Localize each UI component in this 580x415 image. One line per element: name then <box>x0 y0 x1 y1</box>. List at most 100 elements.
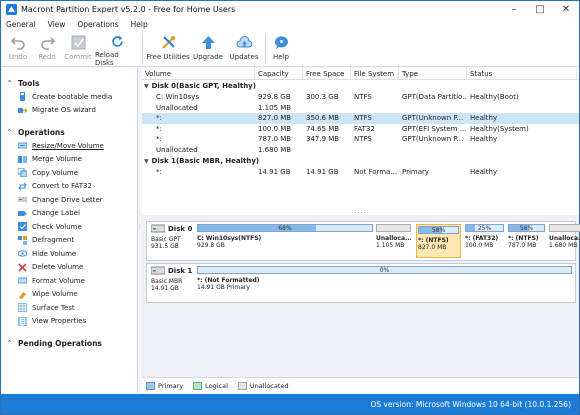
partition-block[interactable]: 58% *: (NTFS) 827.0 MB <box>416 224 461 258</box>
sidebar-item-delete-volume[interactable]: Delete Volume <box>1 261 137 275</box>
disk0-info: Disk 0 Basic GPT 931.5 GB <box>147 222 195 260</box>
col-capacity[interactable]: Capacity <box>255 68 303 79</box>
legend-primary: Primary <box>146 381 183 390</box>
free-utilities-button[interactable]: Free Utilities <box>146 31 190 67</box>
menu-operations[interactable]: Operations <box>77 20 118 29</box>
convert-icon <box>18 182 27 191</box>
partition-label: C: Win10sys(NTFS) <box>197 235 262 242</box>
undo-button[interactable]: Undo <box>3 31 33 67</box>
sidebar-item-resize-move[interactable]: Resize/Move Volume <box>1 139 137 153</box>
sidebar-item-label: Format Volume <box>32 276 85 285</box>
panel-splitter[interactable]: ⋮ <box>137 224 143 239</box>
sidebar-item-label: Change Label <box>32 209 80 218</box>
sidebar-item-check-volume[interactable]: Check Volume <box>1 220 137 234</box>
partition-label: Unalloca... <box>549 235 580 242</box>
tools-title: Tools <box>18 78 40 88</box>
table-row[interactable]: Unallocated 1.105 MB <box>142 103 579 114</box>
partition-block[interactable]: Unalloca...1.680 MB <box>549 224 580 258</box>
sidebar-item-label: Copy Volume <box>32 168 79 177</box>
col-type[interactable]: Type <box>399 68 467 79</box>
table-cell: 787.0 MB <box>258 135 292 144</box>
free-utilities-label: Free Utilities <box>146 53 190 61</box>
redo-label: Redo <box>38 53 56 61</box>
title-bar: Macront Partition Expert v5.2.0 - Free f… <box>1 1 579 18</box>
disk1-rows: *: 14.91 GB 14.91 GB Not Forma... Primary Hea… <box>142 167 579 178</box>
table-cell: *: <box>156 168 162 177</box>
table-row[interactable]: *: 100.0 MB 74.65 MB FAT32 GPT(EFI System ..… <box>142 124 579 135</box>
sidebar-item-change-label[interactable]: Change Label <box>1 207 137 221</box>
redo-button[interactable]: Redo <box>33 31 61 67</box>
sidebar-item-view-properties[interactable]: View Properties <box>1 315 137 329</box>
sidebar-item-create-bootable-media[interactable]: Create bootable media <box>1 90 137 104</box>
window-title: Macront Partition Expert v5.2.0 - Free f… <box>21 5 236 14</box>
help-icon <box>274 36 288 49</box>
sidebar-item-change-drive-letter[interactable]: Change Drive Letter <box>1 193 137 207</box>
partition-block[interactable]: 56% *: (NTFS) 787.0 MB <box>508 224 545 258</box>
sidebar-item-format-volume[interactable]: Format Volume <box>1 274 137 288</box>
drive-letter-icon <box>18 197 27 203</box>
disk0-group-header[interactable]: ▼ Disk 0(Basic GPT, Healthy) <box>142 80 579 92</box>
sidebar-item-surface-test[interactable]: Surface Test <box>1 301 137 315</box>
menu-help[interactable]: Help <box>131 20 148 29</box>
pane-resize-handle[interactable]: .... <box>142 207 579 215</box>
legend-label: Unallocated <box>249 381 289 390</box>
minimize-button[interactable]: – <box>501 1 527 18</box>
menu-view[interactable]: View <box>48 20 66 29</box>
table-cell: Healthy(Boot) <box>470 93 519 102</box>
col-file-system[interactable]: File System <box>351 68 399 79</box>
partition-block[interactable]: 0% *: (Not Formatted) 14.91 GB Primary <box>197 266 572 300</box>
defragment-icon <box>18 235 27 245</box>
tools-section-header[interactable]: ⌃ Tools <box>1 76 137 90</box>
sidebar-item-label: Change Drive Letter <box>32 195 103 204</box>
updates-button[interactable]: Updates <box>226 31 262 67</box>
commit-label: Commit <box>64 53 92 61</box>
sidebar-item-defragment[interactable]: Defragment <box>1 234 137 248</box>
sidebar-item-convert-fat32[interactable]: Convert to FAT32 <box>1 180 137 194</box>
partition-block[interactable]: Unalloca... 1.105 MB <box>376 224 411 258</box>
disk1-group-header[interactable]: ▼ Disk 1(Basic MBR, Healthy) <box>142 155 579 167</box>
col-volume[interactable]: Volume <box>142 68 255 79</box>
operations-section-header[interactable]: ⌃ Operations <box>1 125 137 139</box>
legend-unallocated: Unallocated <box>237 381 289 390</box>
table-row[interactable]: *: 827.0 MB 350.6 MB NTFS GPT(Unknown P... He… <box>142 113 579 124</box>
maximize-button[interactable]: □ <box>527 1 553 18</box>
disk0-map[interactable]: Disk 0 Basic GPT 931.5 GB 68% C: Win10sys… <box>146 221 580 261</box>
disk0-group-label: Disk 0(Basic GPT, Healthy) <box>151 82 256 90</box>
resize-icon <box>18 142 27 149</box>
redo-icon <box>40 37 55 50</box>
usage-bar: 56% <box>508 224 545 232</box>
menu-general[interactable]: General <box>6 20 36 29</box>
table-header: Volume Capacity Free Space File System T… <box>142 68 579 80</box>
reload-disks-button[interactable]: Reload Disks <box>95 31 139 67</box>
sidebar-item-label: Migrate OS wizard <box>32 106 96 115</box>
sidebar-item-migrate-os[interactable]: Migrate OS wizard <box>1 104 137 118</box>
undo-icon <box>10 37 25 50</box>
upgrade-button[interactable]: Upgrade <box>190 31 226 67</box>
pending-section-header[interactable]: ⌃ Pending Operations <box>1 336 137 350</box>
table-row[interactable]: C: Win10sys 929.8 GB 300.3 GB NTFS GPT(Data … <box>142 92 579 103</box>
table-cell: FAT32 <box>354 124 375 133</box>
sidebar-item-hide-volume[interactable]: Hide Volume <box>1 247 137 261</box>
partition-label: *: (FAT32) <box>465 235 499 242</box>
disk1-map[interactable]: Disk 1 Basic MBR 14.91 GB 0% *: (Not Form… <box>146 263 576 303</box>
partition-block[interactable]: 68% C: Win10sys(NTFS) 929.8 GB <box>197 224 373 258</box>
commit-icon <box>71 35 85 50</box>
partition-block[interactable]: 25% *: (FAT32) 100.0 MB <box>465 224 504 258</box>
table-cell: 1.105 MB <box>258 103 292 112</box>
help-button[interactable]: Help <box>269 31 293 67</box>
commit-button[interactable]: Commit <box>61 31 95 67</box>
table-row[interactable]: Unallocated 1.680 MB <box>142 145 579 156</box>
sidebar-item-merge[interactable]: Merge Volume <box>1 153 137 167</box>
table-cell: 14.91 GB <box>258 168 291 177</box>
sidebar-item-copy[interactable]: Copy Volume <box>1 166 137 180</box>
table-row[interactable]: *: 787.0 MB 347.9 MB NTFS GPT(Unknown P... He… <box>142 134 579 145</box>
table-cell: 300.3 GB <box>306 93 339 102</box>
partition-size: 14.91 GB Primary <box>197 284 250 291</box>
sidebar-item-wipe-volume[interactable]: Wipe Volume <box>1 288 137 302</box>
col-status[interactable]: Status <box>467 68 577 79</box>
sidebar-item-label: Wipe Volume <box>32 290 78 299</box>
table-cell: *: <box>156 135 162 144</box>
close-button[interactable]: ✕ <box>553 1 579 18</box>
col-free-space[interactable]: Free Space <box>303 68 351 79</box>
table-row[interactable]: *: 14.91 GB 14.91 GB Not Forma... Primary Hea… <box>142 167 579 178</box>
